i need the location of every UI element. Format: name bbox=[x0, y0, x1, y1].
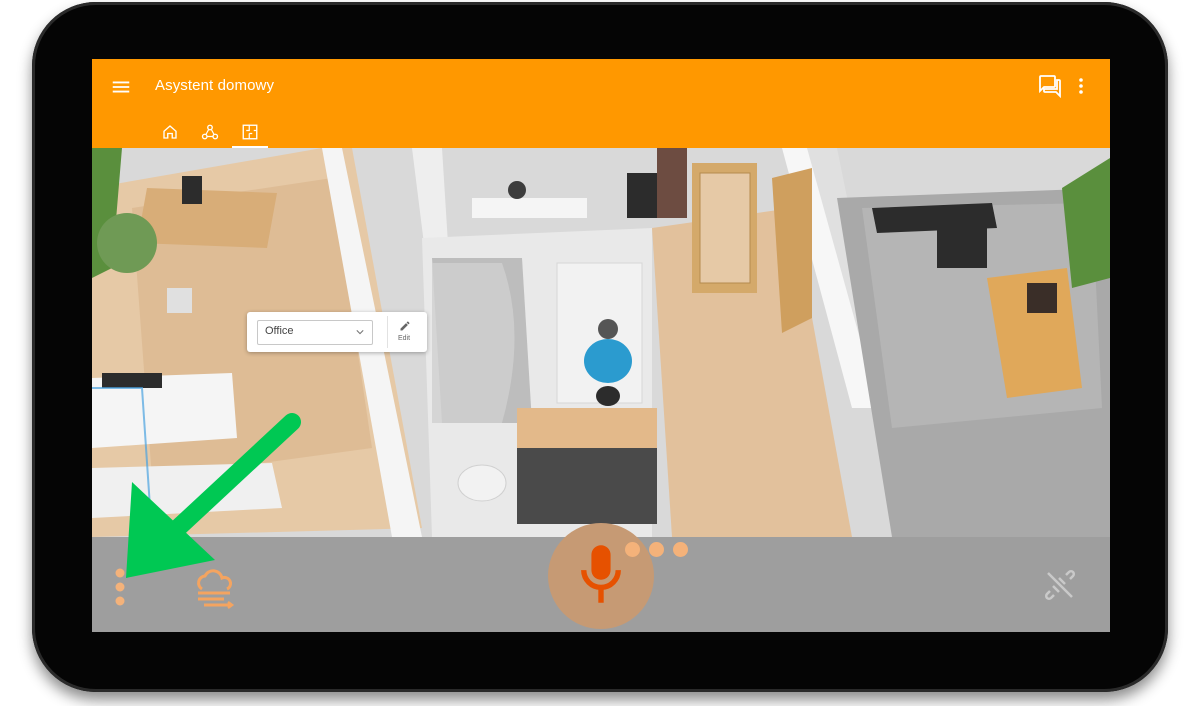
room-select[interactable]: Office bbox=[257, 320, 373, 345]
more-vert-dots-icon[interactable] bbox=[112, 565, 128, 609]
conversations-icon[interactable] bbox=[1038, 74, 1062, 99]
listening-dot bbox=[673, 542, 688, 557]
tab-home[interactable] bbox=[150, 115, 190, 148]
listening-dot bbox=[649, 542, 664, 557]
tab-floorplan[interactable] bbox=[230, 115, 270, 148]
room-edit-label: Edit bbox=[398, 335, 411, 342]
listening-dot bbox=[625, 542, 640, 557]
chevron-down-icon bbox=[356, 330, 364, 335]
tab-devices[interactable] bbox=[190, 115, 230, 148]
room-edit-button[interactable] bbox=[387, 316, 420, 348]
more-vert-icon[interactable] bbox=[1069, 74, 1093, 98]
devices-graph-icon bbox=[201, 124, 219, 139]
voice-bottom-bar bbox=[92, 523, 1110, 632]
microphone-button[interactable] bbox=[548, 523, 654, 629]
connection-off-icon[interactable] bbox=[1042, 567, 1078, 603]
home-icon bbox=[163, 124, 177, 139]
weather-fog-icon[interactable] bbox=[194, 567, 236, 609]
microphone-icon bbox=[581, 545, 621, 603]
pencil-icon bbox=[400, 321, 410, 331]
view-tabs bbox=[150, 115, 270, 148]
floorplan-icon bbox=[242, 124, 258, 139]
room-selector-card: Office Edit bbox=[247, 312, 427, 352]
app-title: Asystent domowy bbox=[155, 77, 275, 94]
floorplan-view: Office Edit bbox=[92, 148, 1110, 538]
app-bar: Asystent domowy bbox=[92, 59, 1110, 148]
floorplan-render bbox=[92, 148, 1110, 538]
room-select-value: Office bbox=[265, 325, 294, 337]
hamburger-menu-icon[interactable] bbox=[110, 76, 132, 98]
app-screen: Asystent domowy Office Edit bbox=[92, 59, 1110, 632]
